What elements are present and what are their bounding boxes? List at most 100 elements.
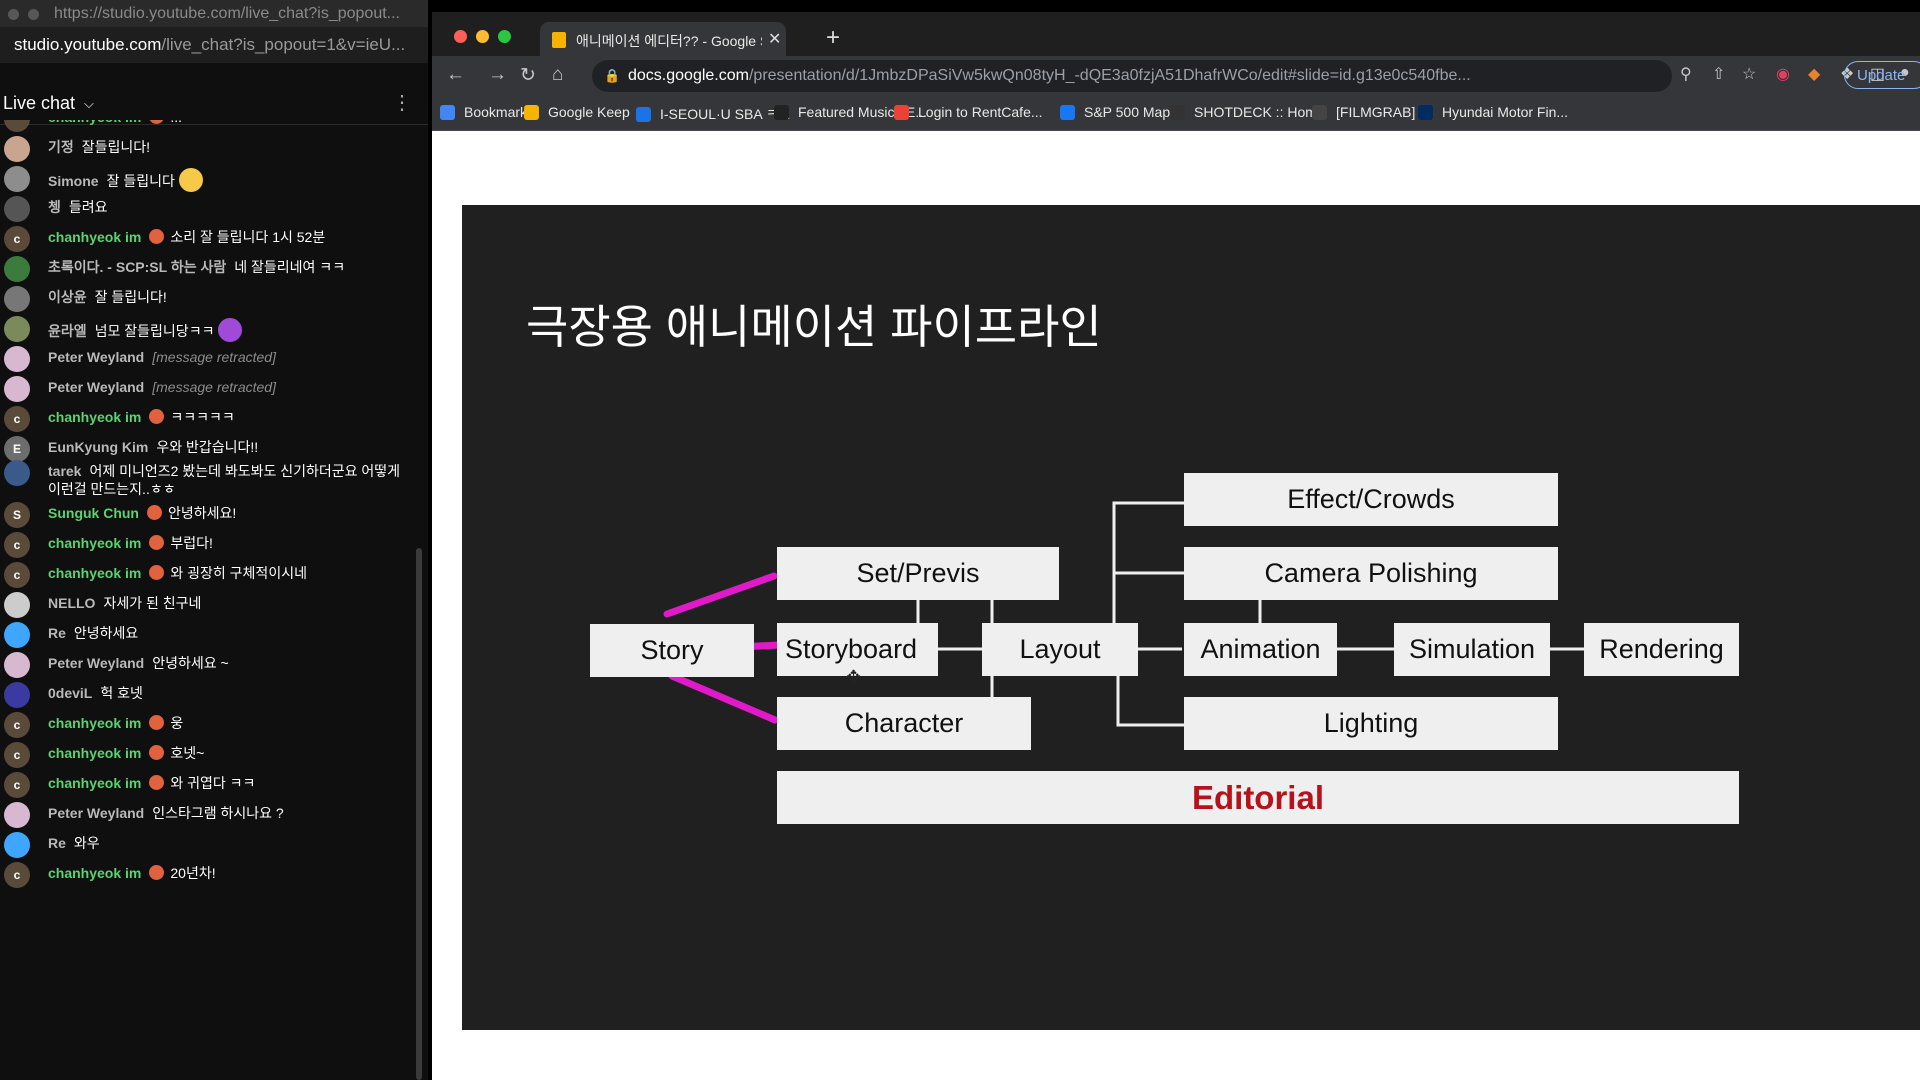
chat-avatar[interactable] — [4, 136, 30, 162]
chat-avatar[interactable]: c — [4, 226, 30, 252]
camera-polishing-box[interactable]: Camera Polishing — [1184, 547, 1558, 600]
chat-avatar[interactable] — [4, 316, 30, 342]
bookmark-item[interactable]: Hyundai Motor Fin... — [1418, 104, 1568, 120]
chat-avatar[interactable]: c — [4, 742, 30, 768]
chat-avatar[interactable]: c — [4, 562, 30, 588]
star-bookmark-icon[interactable]: ☆ — [1742, 64, 1756, 84]
chat-author[interactable]: chanhyeok im — [48, 715, 141, 731]
set-previs-box[interactable]: Set/Previs — [777, 547, 1059, 600]
back-arrow-icon[interactable]: ← — [446, 64, 465, 86]
chat-author[interactable]: 쳉 — [48, 199, 61, 215]
bookmark-item[interactable]: Bookmarks — [440, 104, 534, 120]
side-panel-icon[interactable]: ◫ — [1870, 64, 1885, 84]
chat-author[interactable]: Simone — [48, 173, 99, 189]
chat-author[interactable]: chanhyeok im — [48, 565, 141, 581]
profile-avatar-icon[interactable]: ● — [1900, 64, 1910, 82]
bookmark-item[interactable]: Google Keep — [524, 104, 630, 120]
bookmark-item[interactable]: SHOTDECK :: Home — [1170, 104, 1325, 120]
chat-avatar[interactable]: c — [4, 862, 30, 888]
chat-avatar[interactable]: E — [4, 436, 30, 462]
chat-author[interactable]: Sunguk Chun — [48, 505, 139, 521]
chat-author[interactable]: Re — [48, 625, 66, 641]
editorial-box[interactable]: Editorial — [777, 771, 1739, 824]
presentation-slide[interactable]: 극장용 애니메이션 파이프라인 Story Set/Previs Storybo… — [462, 205, 1920, 1030]
chat-avatar[interactable] — [4, 682, 30, 708]
pocket-icon[interactable]: ◉ — [1776, 64, 1790, 84]
chat-avatar[interactable]: c — [4, 532, 30, 558]
chat-author[interactable]: chanhyeok im — [48, 745, 141, 761]
chat-author[interactable]: Peter Weyland — [48, 805, 144, 821]
chat-author[interactable]: NELLO — [48, 595, 95, 611]
chat-scrollbar[interactable] — [416, 548, 422, 1080]
chat-avatar[interactable] — [4, 120, 30, 132]
lighting-box[interactable]: Lighting — [1184, 697, 1558, 750]
chat-avatar[interactable] — [4, 166, 30, 192]
chat-avatar[interactable] — [4, 346, 30, 372]
close-tab-icon[interactable]: ✕ — [768, 29, 781, 49]
member-badge-icon — [149, 535, 165, 550]
chat-avatar[interactable] — [4, 460, 30, 486]
bookmark-item[interactable]: [FILMGRAB] — [1312, 104, 1415, 120]
chat-author[interactable]: Peter Weyland — [48, 379, 144, 395]
address-bar[interactable]: 🔒 docs.google.com/presentation/d/1JmbzDP… — [592, 60, 1672, 92]
chat-author[interactable]: chanhyeok im — [48, 865, 141, 881]
bookmark-favicon-icon — [1170, 105, 1185, 120]
chat-avatar[interactable] — [4, 286, 30, 312]
chat-avatar[interactable] — [4, 376, 30, 402]
chat-avatar[interactable]: c — [4, 772, 30, 798]
chat-author[interactable]: Peter Weyland — [48, 349, 144, 365]
live-chat-dropdown[interactable]: Live chat — [3, 93, 75, 114]
character-box[interactable]: Character — [777, 697, 1031, 750]
bookmark-item[interactable]: S&P 500 Map — [1060, 104, 1170, 120]
bookmark-item[interactable]: I-SEOUL·U SBA ㅋ... — [636, 104, 790, 124]
chat-avatar[interactable] — [4, 592, 30, 618]
new-tab-plus-icon[interactable]: + — [826, 24, 840, 52]
chat-avatar[interactable] — [4, 196, 30, 222]
close-window-icon[interactable] — [8, 9, 19, 20]
chat-author[interactable]: chanhyeok im — [48, 535, 141, 551]
story-box[interactable]: Story — [590, 624, 754, 677]
chat-avatar[interactable]: c — [4, 406, 30, 432]
animation-box[interactable]: Animation — [1184, 623, 1337, 676]
layout-box[interactable]: Layout — [982, 623, 1138, 676]
chat-author[interactable]: chanhyeok im — [48, 120, 141, 125]
forward-arrow-icon[interactable]: → — [488, 64, 507, 86]
effect-crowds-box[interactable]: Effect/Crowds — [1184, 473, 1558, 526]
chat-avatar[interactable] — [4, 832, 30, 858]
chat-author[interactable]: Re — [48, 835, 66, 851]
chat-avatar[interactable]: S — [4, 502, 30, 528]
metamask-icon[interactable]: ◆ — [1808, 64, 1820, 84]
chat-author[interactable]: 기정 — [48, 139, 74, 155]
chat-author[interactable]: 윤라엘 — [48, 323, 87, 339]
chat-author[interactable]: 초록이다. - SCP:SL 하는 사람 — [48, 259, 226, 275]
chat-author[interactable]: Peter Weyland — [48, 655, 144, 671]
more-options-icon[interactable]: ⋮ — [392, 90, 412, 115]
bookmark-item[interactable]: Login to RentCafe... — [894, 104, 1043, 120]
extensions-icon[interactable]: ❖ — [1840, 64, 1854, 84]
chat-author[interactable]: chanhyeok im — [48, 409, 141, 425]
simulation-box[interactable]: Simulation — [1394, 623, 1550, 676]
close-window-icon[interactable] — [454, 30, 467, 43]
share-icon[interactable]: ⇧ — [1712, 64, 1725, 84]
chat-author[interactable]: 0deviL — [48, 685, 92, 701]
chat-author[interactable]: EunKyung Kim — [48, 439, 148, 455]
chat-avatar[interactable] — [4, 256, 30, 282]
chat-avatar[interactable] — [4, 622, 30, 648]
chat-avatar[interactable] — [4, 802, 30, 828]
chat-author[interactable]: 이상윤 — [48, 289, 87, 305]
chat-avatar[interactable] — [4, 652, 30, 678]
home-icon[interactable]: ⌂ — [552, 64, 563, 86]
minimize-window-icon[interactable] — [476, 30, 489, 43]
chat-author[interactable]: tarek — [48, 463, 81, 479]
chat-avatar[interactable]: c — [4, 712, 30, 738]
maximize-window-icon[interactable] — [498, 30, 511, 43]
chat-text: 넘모 잘들립니당ㅋㅋ — [94, 323, 215, 339]
chat-author[interactable]: chanhyeok im — [48, 229, 141, 245]
zoom-icon[interactable]: ⚲ — [1680, 64, 1692, 84]
tab-google-slides[interactable]: 애니메이션 에디터?? - Google Slic ✕ — [540, 22, 786, 56]
rendering-box[interactable]: Rendering — [1584, 623, 1739, 676]
reload-icon[interactable]: ↻ — [520, 64, 536, 87]
minimize-window-icon[interactable] — [28, 9, 39, 20]
chevron-down-icon[interactable]: ⌵ — [84, 96, 94, 112]
chat-author[interactable]: chanhyeok im — [48, 775, 141, 791]
